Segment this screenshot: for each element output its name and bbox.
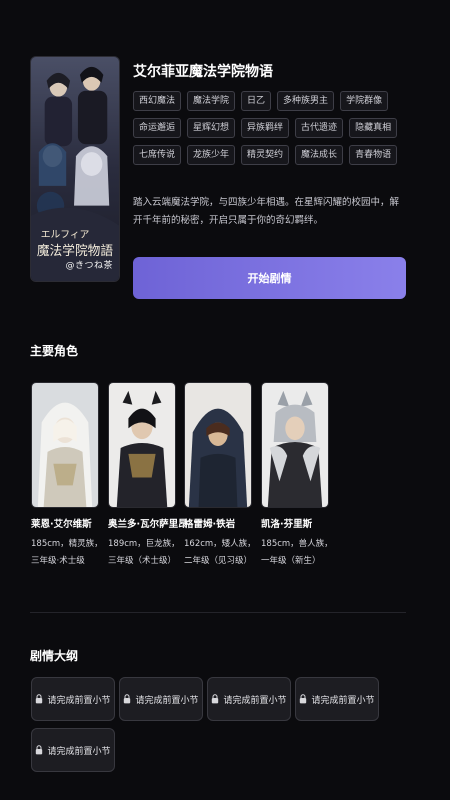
character-card[interactable]: 莱恩·艾尔维斯 185cm，精灵族，三年级·术士级	[31, 382, 103, 570]
character-info: 189cm，巨龙族，三年级（术士级）	[108, 539, 180, 566]
character-name: 格雷姆·铁岩	[184, 519, 236, 530]
locked-chapter-label: 请完成前置小节	[311, 695, 375, 706]
tag: 星辉幻想	[187, 118, 236, 138]
character-portrait	[184, 382, 252, 508]
locked-chapter-label: 请完成前置小节	[223, 695, 287, 706]
character-name: 凯洛·芬里斯	[261, 519, 313, 530]
story-description: 踏入云端魔法学院，与四族少年相遇。在星辉闪耀的校园中，解开千年前的秘密，开启只属…	[133, 197, 400, 226]
tag: 青春物语	[349, 145, 398, 165]
tag: 隐藏真相	[349, 118, 398, 138]
cover-signature: @きつね茶	[65, 261, 113, 271]
character-portrait	[108, 382, 176, 508]
tag: 古代遗迹	[295, 118, 344, 138]
outline-section-title: 剧情大纲	[30, 649, 79, 663]
tag: 魔法成长	[295, 145, 344, 165]
characters-section-title: 主要角色	[30, 344, 79, 358]
cover-image: エルフィア 魔法学院物語 @きつね茶	[30, 56, 120, 282]
start-story-button[interactable]: 开始剧情	[133, 257, 406, 299]
character-info: 162cm，矮人族，二年级（见习级）	[184, 539, 256, 566]
tag: 魔法学院	[187, 91, 236, 111]
tag: 七席传说	[133, 145, 182, 165]
tag: 多种族男主	[277, 91, 335, 111]
locked-chapter-button[interactable]: 请完成前置小节	[119, 677, 203, 721]
story-title: 艾尔菲亚魔法学院物语	[133, 64, 273, 80]
character-info: 185cm，精灵族，三年级·术士级	[31, 539, 103, 566]
locked-chapter-label: 请完成前置小节	[47, 695, 111, 706]
tag: 命运邂逅	[133, 118, 182, 138]
locked-chapter-button[interactable]: 请完成前置小节	[295, 677, 379, 721]
lock-icon	[124, 694, 131, 704]
character-portrait	[31, 382, 99, 508]
tag: 异族羁绊	[241, 118, 290, 138]
tag: 日乙	[241, 91, 272, 111]
character-card[interactable]: 格雷姆·铁岩 162cm，矮人族，二年级（见习级）	[184, 382, 256, 570]
locked-chapter-button[interactable]: 请完成前置小节	[31, 728, 115, 772]
lock-icon	[300, 694, 307, 704]
locked-chapter-button[interactable]: 请完成前置小节	[207, 677, 291, 721]
character-card[interactable]: 凯洛·芬里斯 185cm，兽人族，一年级（新生）	[261, 382, 333, 570]
tag: 龙族少年	[187, 145, 236, 165]
lock-icon	[36, 694, 43, 704]
story-detail-page: エルフィア 魔法学院物語 @きつね茶 艾尔菲亚魔法学院物语 西幻魔法 魔法学院 …	[0, 0, 450, 800]
tag: 学院群像	[340, 91, 389, 111]
tag: 西幻魔法	[133, 91, 182, 111]
character-card[interactable]: 奥兰多·瓦尔萨里昂 189cm，巨龙族，三年级（术士级）	[108, 382, 188, 570]
svg-text:エルフィア: エルフィア	[41, 229, 90, 240]
lock-icon	[212, 694, 219, 704]
locked-chapter-button[interactable]: 请完成前置小节	[31, 677, 115, 721]
character-portrait	[261, 382, 329, 508]
character-name: 奥兰多·瓦尔萨里昂	[108, 519, 188, 530]
locked-chapter-label: 请完成前置小节	[47, 746, 111, 757]
locked-chapter-label: 请完成前置小节	[135, 695, 199, 706]
character-info: 185cm，兽人族，一年级（新生）	[261, 539, 333, 566]
tag-list: 西幻魔法 魔法学院 日乙 多种族男主 学院群像 命运邂逅 星辉幻想 异族羁绊 古…	[133, 91, 423, 165]
character-name: 莱恩·艾尔维斯	[31, 519, 92, 530]
lock-icon	[36, 745, 43, 755]
tag: 精灵契约	[241, 145, 290, 165]
section-divider	[30, 612, 406, 613]
svg-text:魔法学院物語: 魔法学院物語	[37, 243, 113, 259]
